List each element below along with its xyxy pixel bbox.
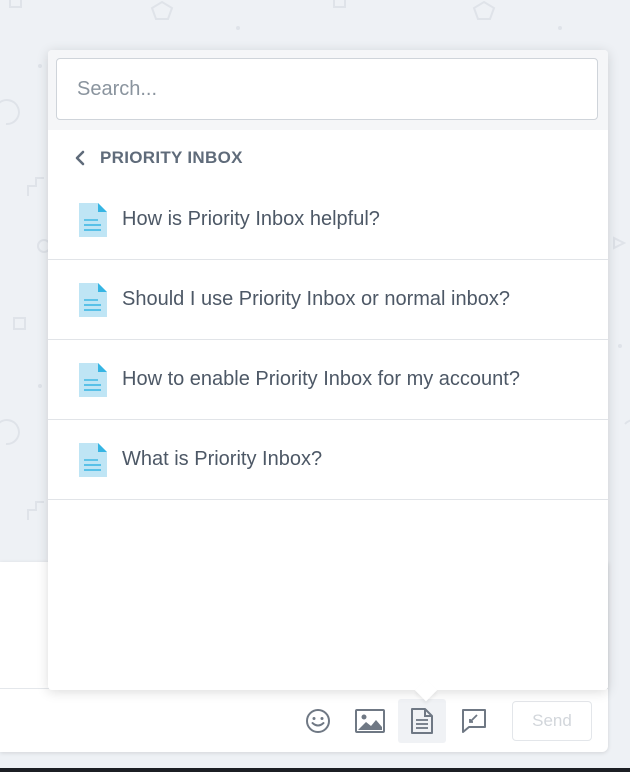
canned-response-button[interactable] (450, 699, 498, 743)
image-button[interactable] (346, 699, 394, 743)
article-item[interactable]: How to enable Priority Inbox for my acco… (48, 340, 608, 420)
canned-response-icon (462, 709, 486, 733)
article-icon (411, 708, 433, 734)
article-list: How is Priority Inbox helpful? Should I … (48, 180, 608, 500)
article-item[interactable]: What is Priority Inbox? (48, 420, 608, 500)
article-item[interactable]: How is Priority Inbox helpful? (48, 180, 608, 260)
emoji-button[interactable] (294, 699, 342, 743)
article-title: How to enable Priority Inbox for my acco… (122, 368, 520, 390)
article-title: What is Priority Inbox? (122, 448, 323, 470)
article-item[interactable]: Should I use Priority Inbox or normal in… (48, 260, 608, 340)
document-icon (79, 202, 107, 237)
document-icon (79, 282, 107, 317)
send-button[interactable]: Send (512, 701, 592, 741)
article-title: How is Priority Inbox helpful? (122, 208, 380, 230)
chevron-left-icon (74, 148, 90, 168)
bottom-edge (0, 768, 630, 772)
search-area (48, 50, 608, 130)
image-icon (355, 709, 385, 733)
article-search-popup: PRIORITY INBOX How is Priority Inbox hel… (48, 50, 608, 702)
category-back-button[interactable]: PRIORITY INBOX (74, 146, 243, 170)
composer-toolbar: Send (290, 698, 592, 744)
article-title: Should I use Priority Inbox or normal in… (122, 288, 510, 310)
emoji-icon (306, 709, 330, 733)
search-input[interactable] (56, 58, 598, 120)
document-icon (79, 442, 107, 477)
insert-article-button[interactable] (398, 699, 446, 743)
category-title: PRIORITY INBOX (100, 148, 243, 167)
document-icon (79, 362, 107, 397)
